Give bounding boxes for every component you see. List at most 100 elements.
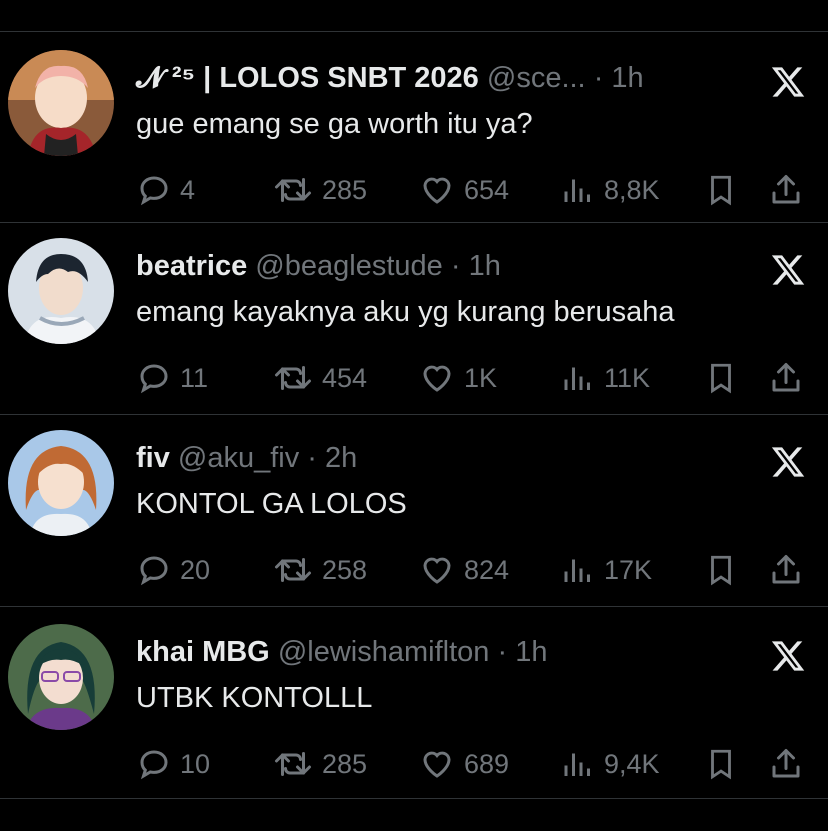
reply-count: 10	[180, 748, 211, 779]
divider	[0, 31, 828, 32]
like-button[interactable]: 654	[418, 170, 509, 210]
retweet-icon	[275, 178, 311, 202]
tweet-header: khai MBG @lewishamiflton · 1h	[136, 634, 547, 670]
tweet-text: KONTOL GA LOLOS	[136, 488, 407, 520]
handle[interactable]: @beaglestude	[255, 250, 442, 282]
avatar-image	[8, 50, 114, 156]
retweet-count: 258	[322, 554, 368, 585]
timestamp[interactable]: 1h	[611, 62, 643, 94]
reply-count: 20	[180, 554, 211, 585]
avatar[interactable]	[8, 430, 114, 536]
display-name[interactable]: khai MBG	[136, 636, 270, 668]
avatar-image	[8, 430, 114, 536]
timestamp[interactable]: 1h	[469, 250, 501, 282]
tweet-header: beatrice @beaglestude · 1h	[136, 248, 501, 284]
handle[interactable]: @sce...	[487, 62, 586, 94]
tweet-text: emang kayaknya aku yg kurang berusaha	[136, 296, 675, 328]
action-bar: 4 285 654 8,8K	[136, 170, 816, 210]
avatar-image	[8, 624, 114, 730]
divider	[0, 798, 828, 799]
retweet-icon	[275, 752, 311, 776]
x-logo-icon[interactable]	[770, 64, 806, 100]
bookmark-icon[interactable]	[704, 552, 738, 588]
retweet-icon	[275, 366, 311, 390]
divider	[0, 222, 828, 223]
reply-button[interactable]: 20	[136, 550, 210, 590]
action-bar: 10 285 689 9,4K	[136, 744, 816, 784]
heart-icon	[423, 557, 451, 584]
views-icon	[564, 559, 590, 582]
like-count: 689	[464, 748, 510, 779]
retweet-icon	[275, 558, 311, 582]
retweet-count: 454	[322, 362, 368, 393]
avatar[interactable]	[8, 238, 114, 344]
like-button[interactable]: 1K	[418, 358, 497, 398]
share-icon[interactable]	[768, 746, 804, 782]
retweet-button[interactable]: 285	[272, 744, 367, 784]
like-button[interactable]: 824	[418, 550, 509, 590]
reply-button[interactable]: 10	[136, 744, 210, 784]
views-icon	[564, 367, 590, 390]
reply-button[interactable]: 4	[136, 170, 195, 210]
reply-icon	[140, 364, 168, 394]
separator-dot: ·	[593, 62, 604, 94]
like-count: 654	[464, 174, 510, 205]
reply-count: 4	[180, 174, 196, 205]
share-icon[interactable]	[768, 360, 804, 396]
display-name[interactable]: beatrice	[136, 250, 247, 282]
views-button[interactable]: 11K	[560, 358, 650, 398]
retweet-count: 285	[322, 748, 368, 779]
timestamp[interactable]: 1h	[515, 636, 547, 668]
heart-icon	[423, 177, 451, 204]
separator-dot: ·	[450, 250, 461, 282]
heart-icon	[423, 751, 451, 778]
retweet-button[interactable]: 285	[272, 170, 367, 210]
timestamp[interactable]: 2h	[325, 442, 357, 474]
display-name[interactable]: 𝓝 ²⁵ | LOLOS SNBT 2026	[136, 62, 479, 94]
reply-icon	[140, 750, 168, 780]
divider	[0, 414, 828, 415]
handle[interactable]: @lewishamiflton	[278, 636, 490, 668]
avatar-image	[8, 238, 114, 344]
action-bar: 11 454 1K 11K	[136, 358, 816, 398]
share-icon[interactable]	[768, 552, 804, 588]
views-count: 11K	[604, 362, 651, 393]
reply-count: 11	[180, 362, 209, 393]
x-logo-icon[interactable]	[770, 252, 806, 288]
retweet-count: 285	[322, 174, 368, 205]
views-button[interactable]: 17K	[560, 550, 652, 590]
reply-icon	[140, 176, 168, 206]
retweet-button[interactable]: 258	[272, 550, 367, 590]
views-icon	[564, 179, 590, 202]
like-count: 824	[464, 554, 510, 585]
tweet[interactable]: fiv @aku_fiv · 2h KONTOL GA LOLOS 20 258…	[0, 430, 828, 620]
handle[interactable]: @aku_fiv	[178, 442, 299, 474]
views-button[interactable]: 8,8K	[560, 170, 660, 210]
heart-icon	[423, 365, 451, 392]
views-count: 9,4K	[604, 748, 660, 779]
share-icon[interactable]	[768, 172, 804, 208]
bookmark-icon[interactable]	[704, 360, 738, 396]
x-logo-icon[interactable]	[770, 444, 806, 480]
separator-dot: ·	[497, 636, 508, 668]
views-button[interactable]: 9,4K	[560, 744, 660, 784]
like-count: 1K	[464, 362, 498, 393]
tweet[interactable]: khai MBG @lewishamiflton · 1h UTBK KONTO…	[0, 624, 828, 814]
divider	[0, 606, 828, 607]
tweet[interactable]: beatrice @beaglestude · 1h emang kayakny…	[0, 238, 828, 428]
reply-icon	[140, 556, 168, 586]
display-name[interactable]: fiv	[136, 442, 170, 474]
avatar[interactable]	[8, 624, 114, 730]
bookmark-icon[interactable]	[704, 172, 738, 208]
like-button[interactable]: 689	[418, 744, 509, 784]
tweet-text: UTBK KONTOLLL	[136, 682, 373, 714]
x-logo-icon[interactable]	[770, 638, 806, 674]
tweet[interactable]: 𝓝 ²⁵ | LOLOS SNBT 2026 @sce... · 1h gue …	[0, 50, 828, 240]
tweet-header: fiv @aku_fiv · 2h	[136, 440, 357, 476]
reply-button[interactable]: 11	[136, 358, 208, 398]
avatar[interactable]	[8, 50, 114, 156]
bookmark-icon[interactable]	[704, 746, 738, 782]
retweet-button[interactable]: 454	[272, 358, 367, 398]
views-count: 8,8K	[604, 174, 660, 205]
views-icon	[564, 753, 590, 776]
